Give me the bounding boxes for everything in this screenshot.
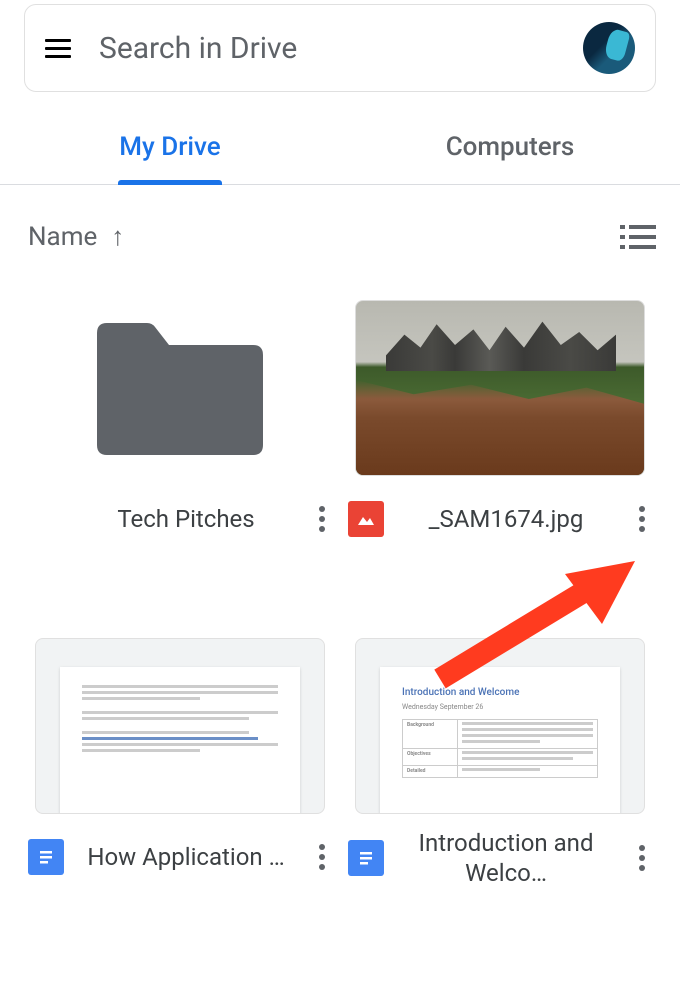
item-row: Tech Pitches (20, 476, 340, 548)
folder-icon (35, 300, 325, 476)
item-name: Tech Pitches (74, 504, 298, 534)
doc-thumbnail (35, 638, 325, 814)
more-options-icon[interactable] (308, 506, 336, 532)
tab-my-drive[interactable]: My Drive (0, 110, 340, 184)
list-view-icon[interactable] (620, 223, 656, 251)
avatar[interactable] (583, 22, 635, 74)
search-input[interactable]: Search in Drive (99, 31, 555, 66)
more-options-icon[interactable] (308, 844, 336, 870)
item-row: _SAM1674.jpg (340, 476, 660, 548)
doc-preview-title: Introduction and Welcome (402, 685, 598, 700)
grid-item-doc[interactable]: How Application … (20, 638, 340, 888)
item-row: Introduction and Welco… (340, 814, 660, 888)
more-options-icon[interactable] (628, 845, 656, 871)
type-icon-spacer (28, 501, 64, 537)
grid-item-doc[interactable]: Introduction and Welcome Wednesday Septe… (340, 638, 660, 888)
sort-label-text: Name (28, 222, 97, 252)
tabs: My Drive Computers (0, 110, 680, 185)
sort-row: Name ↑ (0, 185, 680, 264)
doc-preview-subtitle: Wednesday September 26 (402, 702, 598, 713)
more-options-icon[interactable] (628, 506, 656, 532)
grid-item-folder[interactable]: Tech Pitches (20, 300, 340, 548)
sort-button[interactable]: Name ↑ (28, 221, 124, 252)
docs-type-icon (348, 840, 384, 876)
grid-item-image[interactable]: _SAM1674.jpg (340, 300, 660, 548)
menu-icon[interactable] (45, 39, 71, 58)
item-row: How Application … (20, 814, 340, 886)
tab-computers[interactable]: Computers (340, 110, 680, 184)
item-name: Introduction and Welco… (394, 828, 618, 888)
search-bar: Search in Drive (24, 4, 656, 92)
docs-type-icon (28, 839, 64, 875)
file-grid: Tech Pitches _SAM1674.jpg (0, 264, 680, 888)
item-name: _SAM1674.jpg (394, 504, 618, 534)
item-name: How Application … (74, 842, 298, 872)
doc-thumbnail: Introduction and Welcome Wednesday Septe… (355, 638, 645, 814)
arrow-up-icon: ↑ (111, 221, 124, 252)
image-thumbnail (355, 300, 645, 476)
image-type-icon (348, 501, 384, 537)
